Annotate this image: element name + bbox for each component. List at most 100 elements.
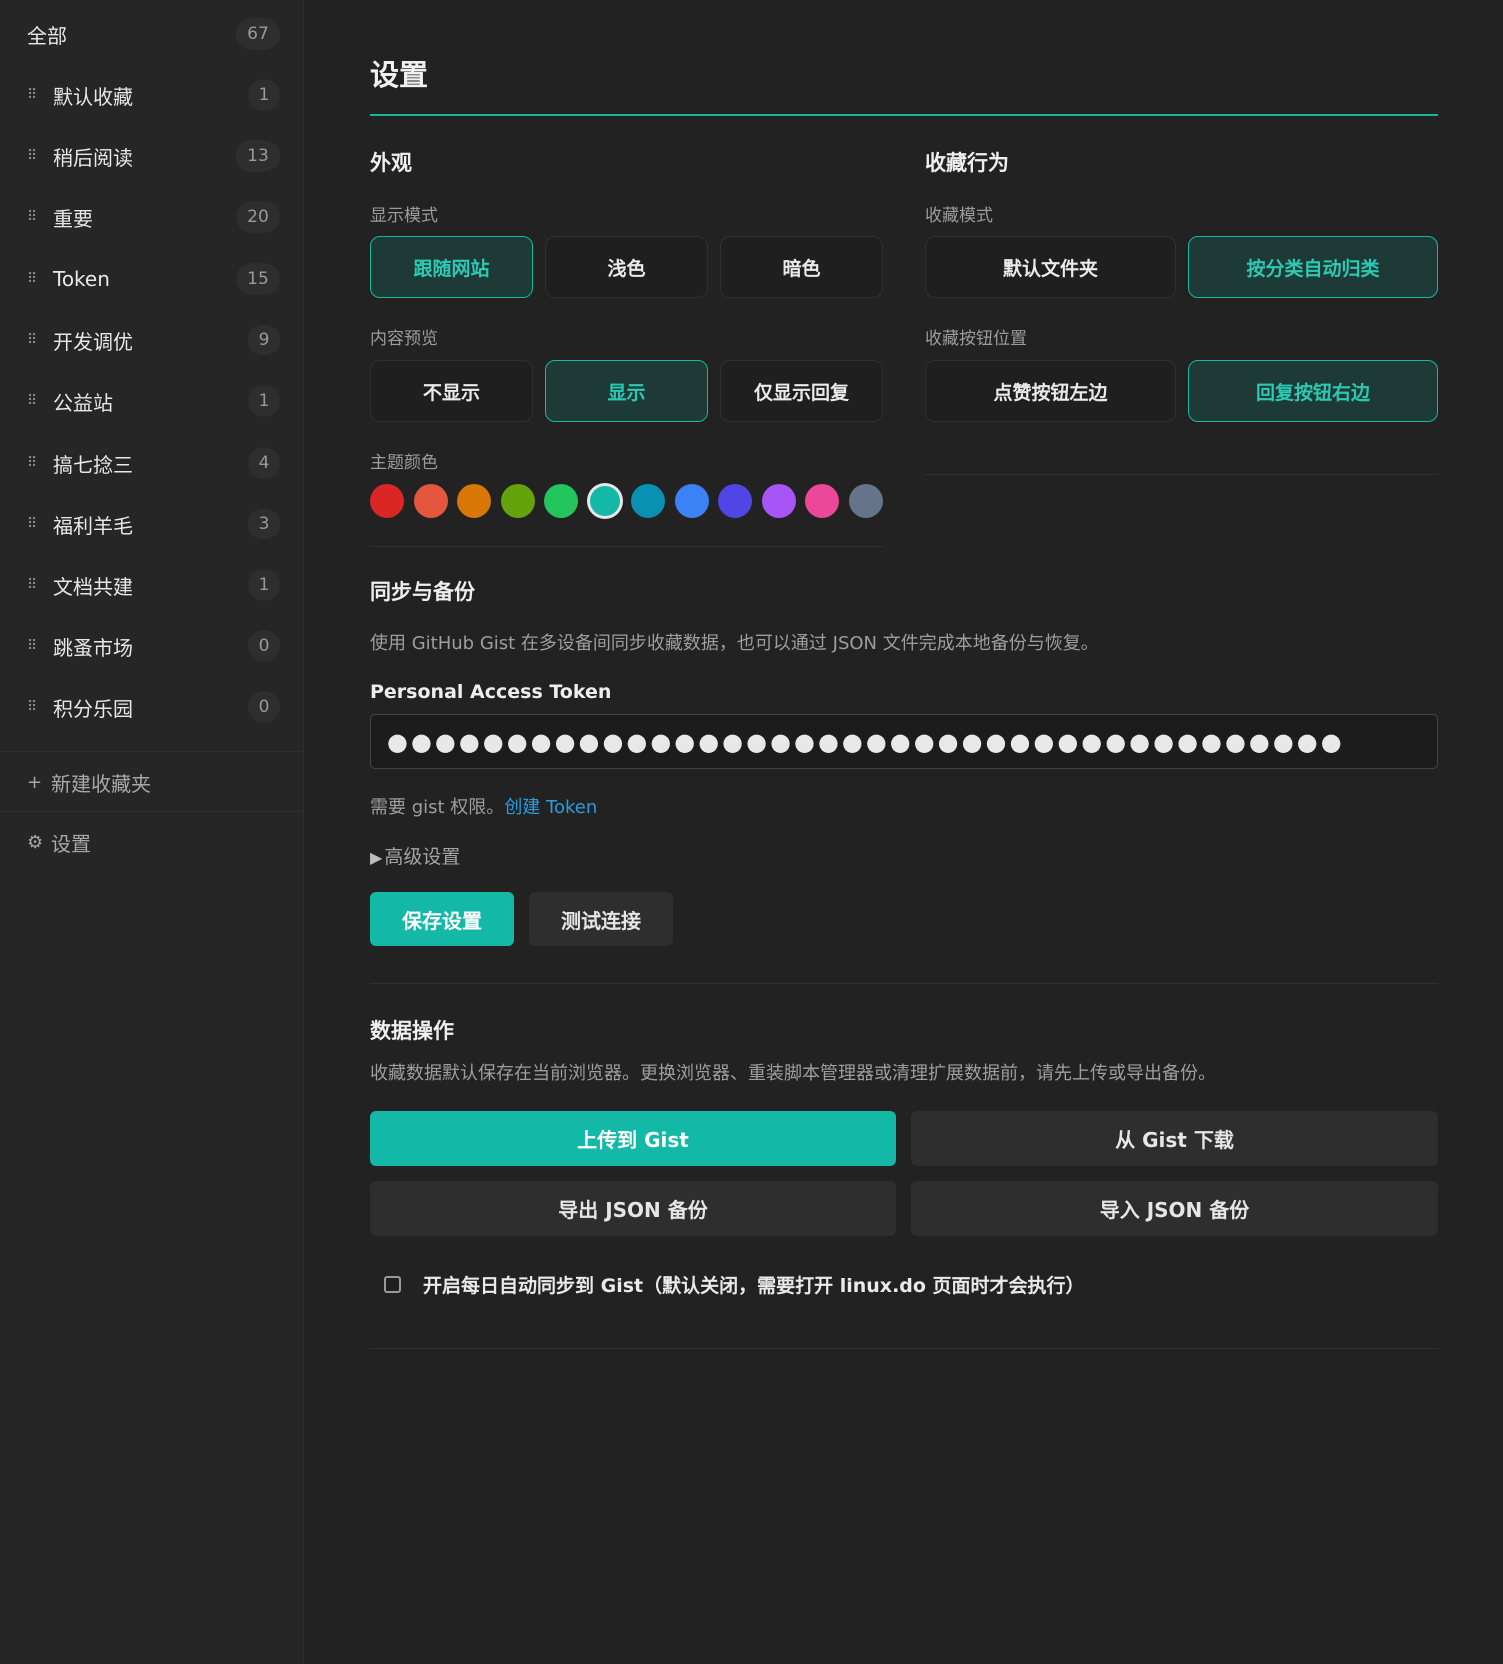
mode-default-folder[interactable]: 默认文件夹: [925, 236, 1176, 298]
sidebar-item-folder[interactable]: ⠿ 稍后阅读 13: [0, 126, 304, 186]
sidebar-item-count: 3: [248, 508, 280, 540]
auto-sync-label: 开启每日自动同步到 Gist（默认关闭，需要打开 linux.do 页面时才会执…: [423, 1275, 1085, 1297]
theme-color-swatch[interactable]: [500, 484, 535, 518]
display-mode-dark[interactable]: 暗色: [720, 236, 883, 298]
save-settings-button[interactable]: 保存设置: [370, 892, 514, 946]
export-json-button[interactable]: 导出 JSON 备份: [370, 1181, 896, 1236]
theme-color-swatch[interactable]: [674, 484, 709, 518]
drag-handle-icon[interactable]: ⠿: [27, 699, 53, 715]
download-from-gist-button[interactable]: 从 Gist 下载: [911, 1111, 1438, 1166]
theme-color-swatch[interactable]: [457, 484, 491, 518]
sidebar-item-count: 1: [248, 569, 280, 601]
theme-color-label: 主题颜色: [370, 453, 438, 473]
sidebar-item-folder[interactable]: ⠿ 搞七捻三 4: [0, 433, 304, 493]
sidebar-item-label: 文档共建: [53, 574, 133, 599]
theme-color-swatch[interactable]: [544, 484, 578, 518]
sidebar-item-folder[interactable]: ⠿ 积分乐园 0: [0, 677, 304, 737]
upload-to-gist-button[interactable]: 上传到 Gist: [370, 1111, 896, 1166]
theme-color-swatch[interactable]: [805, 484, 839, 518]
sidebar-item-label: 重要: [53, 206, 93, 231]
drag-handle-icon[interactable]: ⠿: [27, 87, 53, 103]
sidebar-item-label: Token: [53, 267, 110, 291]
preview-show[interactable]: 显示: [545, 360, 708, 422]
drag-handle-icon[interactable]: ⠿: [27, 516, 53, 532]
sidebar-item-count: 13: [236, 140, 280, 172]
import-json-button[interactable]: 导入 JSON 备份: [911, 1181, 1438, 1236]
sidebar-item-label: 全部: [27, 23, 67, 48]
mode-auto-category[interactable]: 按分类自动归类: [1188, 236, 1438, 298]
sidebar-divider: [0, 751, 304, 752]
sidebar-item-folder[interactable]: ⠿ 文档共建 1: [0, 555, 304, 615]
display-mode-follow-site[interactable]: 跟随网站: [370, 236, 533, 298]
sidebar-item-folder[interactable]: ⠿ 公益站 1: [0, 371, 304, 431]
theme-color-swatch[interactable]: [848, 484, 883, 518]
theme-color-swatch[interactable]: [718, 484, 752, 518]
drag-handle-icon[interactable]: ⠿: [27, 638, 53, 654]
new-folder-label: 新建收藏夹: [51, 771, 151, 796]
drag-handle-icon[interactable]: ⠿: [27, 332, 53, 348]
sidebar-divider: [0, 811, 304, 812]
test-connection-button[interactable]: 测试连接: [529, 892, 673, 946]
theme-color-swatch[interactable]: [631, 484, 665, 518]
divider: [925, 474, 1438, 475]
display-mode-label: 显示模式: [370, 206, 438, 226]
settings-label: 设置: [51, 831, 91, 856]
sync-description: 使用 GitHub Gist 在多设备间同步收藏数据，也可以通过 JSON 文件…: [370, 633, 1099, 654]
drag-handle-icon[interactable]: ⠿: [27, 148, 53, 164]
sidebar-item-count: 15: [236, 263, 280, 295]
token-hint-text: 需要 gist 权限。: [370, 797, 505, 818]
sidebar-item-folder[interactable]: ⠿ Token 15: [0, 249, 304, 309]
page-title: 设置: [370, 58, 429, 92]
divider: [370, 1348, 1438, 1349]
content-preview-label: 内容预览: [370, 329, 438, 349]
sidebar-item-label: 搞七捻三: [53, 452, 133, 477]
drag-handle-icon[interactable]: ⠿: [27, 393, 53, 409]
plus-icon: +: [27, 771, 43, 793]
sidebar-item-label: 跳蚤市场: [53, 635, 133, 660]
sidebar-item-label: 公益站: [53, 390, 113, 415]
sidebar-item-folder[interactable]: ⠿ 开发调优 9: [0, 310, 304, 370]
drag-handle-icon[interactable]: ⠿: [27, 577, 53, 593]
position-left-of-like[interactable]: 点赞按钮左边: [925, 360, 1176, 422]
theme-color-swatch[interactable]: [589, 486, 620, 516]
sidebar-item-count: 1: [248, 385, 280, 417]
display-mode-light[interactable]: 浅色: [545, 236, 708, 298]
caret-right-icon: ▶: [370, 848, 383, 867]
preview-hide[interactable]: 不显示: [370, 360, 533, 422]
sidebar-item-folder[interactable]: ⠿ 跳蚤市场 0: [0, 616, 304, 676]
theme-color-swatch[interactable]: [413, 484, 448, 518]
divider: [370, 983, 1438, 984]
sync-heading: 同步与备份: [370, 580, 475, 604]
token-label: Personal Access Token: [370, 681, 612, 703]
advanced-settings-label: 高级设置: [384, 846, 461, 868]
sidebar-item-count: 0: [248, 691, 280, 723]
settings-button[interactable]: ⚙ 设置: [27, 822, 91, 862]
title-underline: [370, 114, 1438, 116]
sidebar-item-folder[interactable]: ⠿ 重要 20: [0, 187, 304, 247]
sidebar-item-folder[interactable]: ⠿ 默认收藏 1: [0, 65, 304, 125]
sidebar-item-count: 67: [236, 18, 280, 50]
sidebar-item-label: 福利羊毛: [53, 513, 133, 538]
sidebar: 全部 67 ⠿ 默认收藏 1 ⠿ 稍后阅读 13 ⠿ 重要 20 ⠿ Token…: [0, 0, 304, 1664]
favorite-mode-label: 收藏模式: [925, 206, 993, 226]
appearance-heading: 外观: [370, 151, 412, 175]
drag-handle-icon[interactable]: ⠿: [27, 271, 53, 287]
gear-icon: ⚙: [27, 831, 44, 853]
sidebar-item-count: 9: [248, 324, 280, 356]
sidebar-item-count: 20: [236, 201, 280, 233]
advanced-settings-toggle[interactable]: ▶ 高级设置: [370, 842, 460, 869]
token-input[interactable]: [370, 714, 1438, 769]
theme-color-swatch[interactable]: [761, 484, 796, 518]
theme-color-swatch[interactable]: [370, 484, 404, 518]
sidebar-item-all[interactable]: 全部 67: [0, 4, 304, 64]
behavior-heading: 收藏行为: [925, 151, 1009, 175]
drag-handle-icon[interactable]: ⠿: [27, 455, 53, 471]
preview-replies-only[interactable]: 仅显示回复: [720, 360, 883, 422]
new-folder-button[interactable]: + 新建收藏夹: [27, 762, 151, 802]
create-token-link[interactable]: 创建 Token: [504, 797, 597, 818]
drag-handle-icon[interactable]: ⠿: [27, 209, 53, 225]
token-hint: 需要 gist 权限。创建 Token: [370, 793, 597, 819]
sidebar-item-folder[interactable]: ⠿ 福利羊毛 3: [0, 494, 304, 554]
auto-sync-checkbox[interactable]: [384, 1276, 401, 1293]
position-right-of-reply[interactable]: 回复按钮右边: [1188, 360, 1438, 422]
